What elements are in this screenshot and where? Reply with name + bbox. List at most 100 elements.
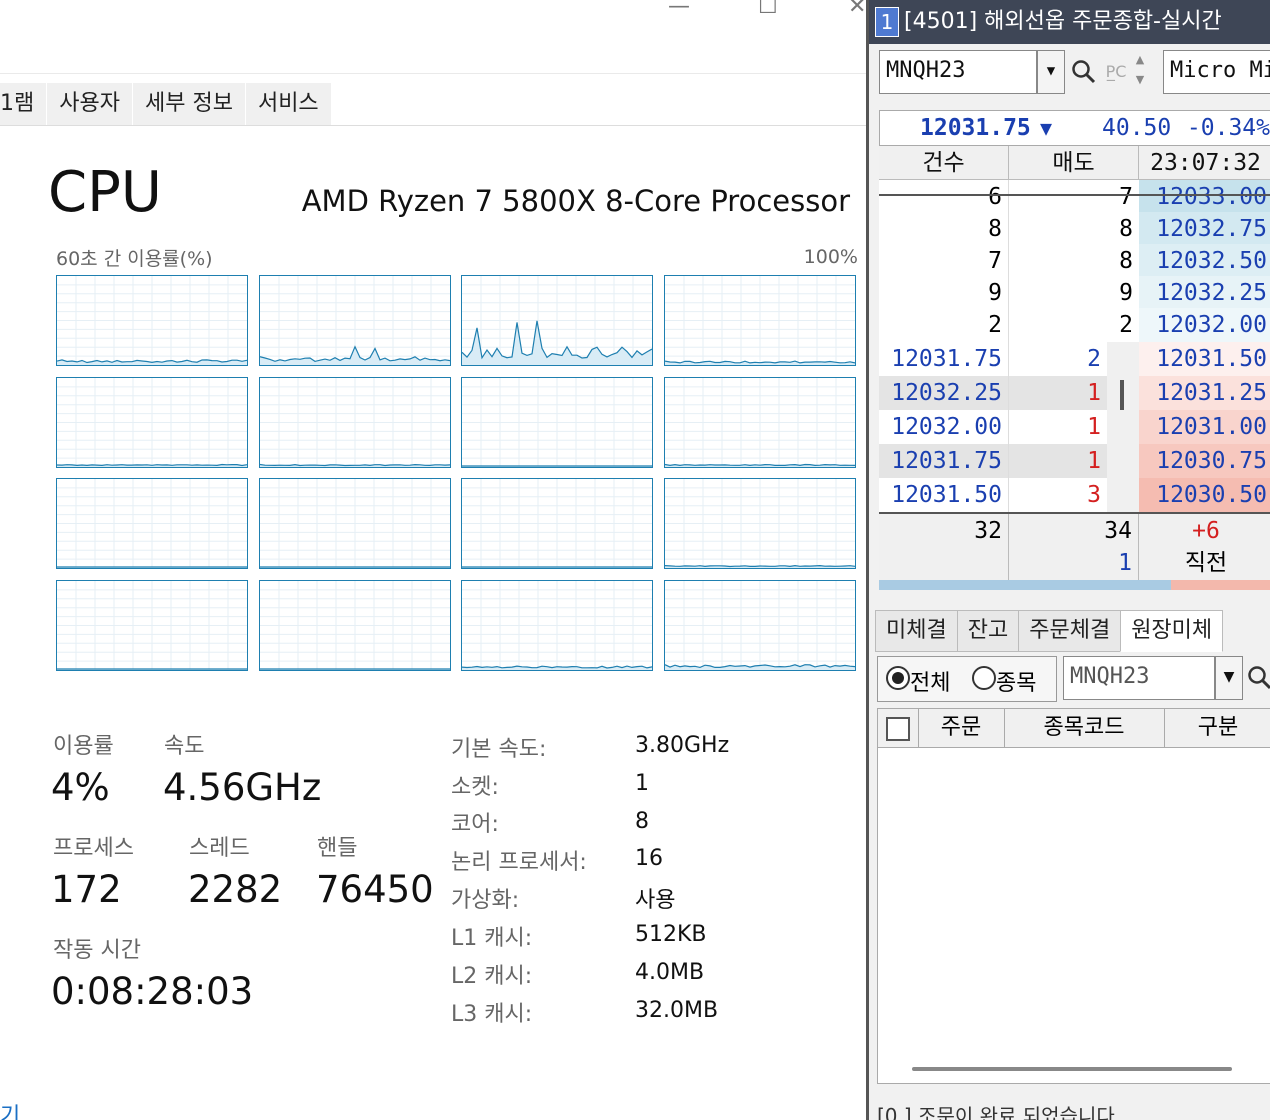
ask-price[interactable]: 12032.50 <box>1139 244 1270 278</box>
core-graph <box>461 275 654 366</box>
symbol-controls: MNQH23 ▼ P̲C ▲ ▼ Micro Mi <box>879 50 1270 94</box>
price-change: 40.50 <box>1102 115 1172 141</box>
ask-price[interactable]: 12033.00 <box>1139 180 1270 214</box>
minimize-button[interactable]: — <box>668 0 690 18</box>
speed-value: 4.56GHz <box>163 766 322 809</box>
tab-users[interactable]: 사용자 <box>47 83 133 125</box>
trade-price: 12031.50 <box>879 478 1009 512</box>
order-table-header: 주문 종목코드 구분 <box>877 708 1270 748</box>
window-number-badge[interactable]: 1 <box>875 7 899 37</box>
subtab-bar: 미체결 잔고 주문체결 원장미체 <box>875 610 1270 652</box>
stepper-icon[interactable]: ▲ ▼ <box>1131 50 1149 94</box>
prev-empty <box>879 546 1009 580</box>
totals-row: 32 34 +6 <box>879 512 1270 548</box>
bid-price[interactable]: 12030.50 <box>1139 478 1270 512</box>
maximize-button[interactable]: ☐ <box>758 0 778 18</box>
buy-ratio-bar <box>879 580 1171 590</box>
search-icon[interactable] <box>1247 665 1270 697</box>
bid-price[interactable]: 12030.75 <box>1139 444 1270 478</box>
ask-row[interactable]: 6 7 12033.00 <box>879 180 1270 214</box>
trade-qty: 1 <box>1009 410 1107 444</box>
trade-row[interactable]: 12031.50 3 12030.50 <box>879 478 1270 512</box>
bid-price[interactable]: 12031.50 <box>1139 342 1270 376</box>
horizontal-scrollbar[interactable] <box>912 1067 1232 1071</box>
trade-scrollbar[interactable] <box>1107 342 1139 376</box>
ask-count: 8 <box>879 212 1009 246</box>
radio-item[interactable] <box>972 666 996 690</box>
spec-value: 1 <box>635 771 649 796</box>
ask-row[interactable]: 7 8 12032.50 <box>879 244 1270 278</box>
spec-value: 사용 <box>635 888 676 913</box>
ask-price[interactable]: 12032.25 <box>1139 276 1270 310</box>
select-all-checkbox-cell <box>878 709 919 747</box>
column-header[interactable]: 주문 <box>918 709 1005 747</box>
search-icon[interactable] <box>1069 50 1099 94</box>
chevron-down-icon[interactable]: ▼ <box>1215 656 1243 700</box>
order-book-header: 건수 매도 23:07:32 <box>879 146 1270 180</box>
select-all-checkbox[interactable] <box>886 717 910 741</box>
ask-count: 2 <box>879 308 1009 342</box>
page-title: CPU <box>48 160 162 225</box>
column-header[interactable]: 구분 <box>1164 709 1270 747</box>
core-graph <box>56 275 248 366</box>
tab-services[interactable]: 서비스 <box>245 83 332 125</box>
close-button[interactable]: ✕ <box>848 0 866 18</box>
cpu-model-name: AMD Ryzen 7 5800X 8-Core Processor <box>301 184 850 218</box>
tab-balance[interactable]: 잔고 <box>956 610 1020 652</box>
trade-row[interactable]: 12031.75 1 12030.75 <box>879 444 1270 478</box>
core-graph <box>258 376 451 468</box>
spec-label: L1 캐시: <box>451 926 533 951</box>
ask-row[interactable]: 2 2 12032.00 <box>879 308 1270 342</box>
radio-item-label: 종목 <box>996 671 1037 696</box>
tab-memory[interactable]: 1램 <box>0 83 48 125</box>
tab-orders[interactable]: 주문체결 <box>1018 610 1122 652</box>
tab-ledger-unfilled[interactable]: 원장미체 <box>1120 610 1224 652</box>
spec-value: 3.80GHz <box>635 733 730 758</box>
scroll-thumb[interactable] <box>1120 380 1124 410</box>
trade-row[interactable]: 12031.75 2 12031.50 <box>879 342 1270 376</box>
trade-scrollbar[interactable] <box>1107 410 1139 444</box>
ask-count: 9 <box>879 276 1009 310</box>
core-graphs <box>56 275 858 671</box>
ask-qty: 2 <box>1009 308 1139 342</box>
ask-count: 7 <box>879 244 1009 278</box>
count-header: 건수 <box>879 146 1009 180</box>
ask-row[interactable]: 8 8 12032.75 <box>879 212 1270 246</box>
product-name-field: Micro Mi <box>1163 50 1270 94</box>
column-header[interactable]: 종목코드 <box>1004 709 1165 747</box>
spec-value: 32.0MB <box>635 998 719 1023</box>
tab-details[interactable]: 세부 정보 <box>132 83 246 125</box>
fewer-details-link[interactable]: 기 <box>0 1098 20 1120</box>
total-diff: +6 <box>1139 514 1270 548</box>
ask-price[interactable]: 12032.75 <box>1139 212 1270 246</box>
ask-price[interactable]: 12032.00 <box>1139 308 1270 342</box>
threads-label: 스레드 <box>189 836 250 861</box>
filter-symbol-input[interactable]: MNQH23 <box>1063 656 1215 700</box>
trade-scrollbar[interactable] <box>1107 444 1139 478</box>
tab-unfilled[interactable]: 미체결 <box>875 610 958 652</box>
core-graph <box>461 579 654 671</box>
ask-row[interactable]: 9 9 12032.25 <box>879 276 1270 310</box>
processes-value: 172 <box>51 868 122 911</box>
core-graph <box>663 376 856 468</box>
bid-price[interactable]: 12031.25 <box>1139 376 1270 410</box>
spec-value: 16 <box>635 846 663 871</box>
down-arrow-icon: ▼ <box>1040 116 1053 140</box>
trade-row[interactable]: 12032.00 1 12031.00 <box>879 410 1270 444</box>
spec-label: 코어: <box>451 812 499 837</box>
trade-scrollbar[interactable] <box>1107 376 1139 410</box>
tab-bar: 1램 사용자 세부 정보 서비스 <box>0 83 866 126</box>
trade-scrollbar[interactable] <box>1107 478 1139 512</box>
trade-price: 12031.75 <box>879 444 1009 478</box>
symbol-input[interactable]: MNQH23 <box>879 50 1037 94</box>
pc-icon[interactable]: P̲C <box>1101 50 1131 94</box>
bid-price[interactable]: 12031.00 <box>1139 410 1270 444</box>
graph-max-label: 100% <box>803 246 858 268</box>
trade-row[interactable]: 12032.25 1 12031.25 <box>879 376 1270 410</box>
uptime-label: 작동 시간 <box>53 938 141 963</box>
spec-value: 512KB <box>635 922 707 947</box>
core-graph <box>461 478 654 570</box>
chevron-down-icon[interactable]: ▼ <box>1037 50 1065 94</box>
filter-row: 전체 종목 MNQH23 ▼ <box>877 656 1270 702</box>
radio-all[interactable] <box>886 666 910 690</box>
